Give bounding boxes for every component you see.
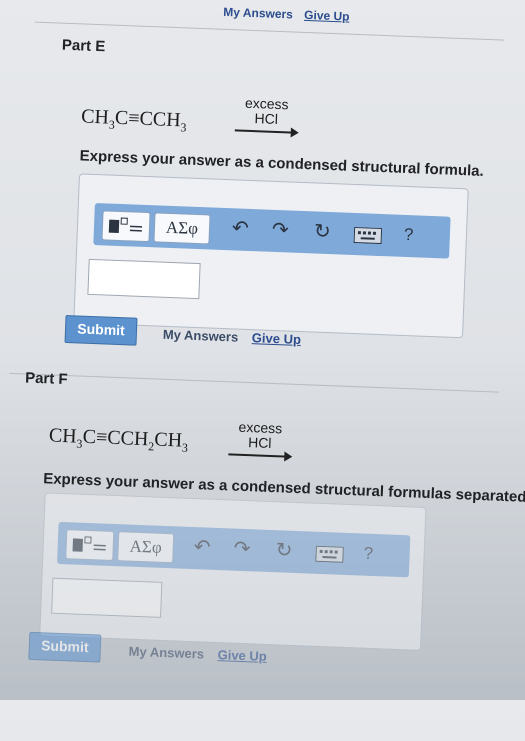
part-f-give-up-link[interactable]: Give Up [217, 647, 267, 664]
part-f-title: Part F [25, 369, 68, 388]
part-e-toolbar: ΑΣφ ↶ ↷ ↻ ? [93, 203, 450, 259]
template-icon[interactable] [65, 529, 114, 561]
reset-icon[interactable]: ↻ [275, 538, 293, 563]
part-f-toolbar: ΑΣφ ↶ ↷ ↻ ? [57, 522, 410, 577]
help-icon[interactable]: ? [363, 542, 373, 566]
arrow-icon [235, 129, 297, 133]
part-e-reaction-arrow: excess HCl [235, 95, 298, 133]
reset-icon[interactable]: ↻ [314, 219, 332, 244]
part-e-reactant: CH3C≡CCH3 [81, 105, 187, 135]
help-icon[interactable]: ? [403, 223, 413, 247]
divider [9, 373, 499, 393]
redo-icon[interactable]: ↷ [233, 537, 251, 562]
part-e-title: Part E [62, 37, 106, 56]
part-f-submit-button[interactable]: Submit [28, 632, 101, 663]
part-f-answer-panel: ΑΣφ ↶ ↷ ↻ ? [39, 492, 426, 651]
redo-icon[interactable]: ↷ [272, 218, 290, 243]
undo-icon[interactable]: ↶ [193, 535, 211, 560]
part-e-my-answers-link[interactable]: My Answers [163, 327, 239, 345]
part-f-answer-input[interactable] [51, 578, 162, 618]
part-f-my-answers-link[interactable]: My Answers [128, 644, 204, 662]
keyboard-icon[interactable] [315, 544, 344, 569]
part-e-answer-panel: ΑΣφ ↶ ↷ ↻ ? [73, 173, 468, 338]
part-f-reactant: CH3C≡CCH2CH3 [48, 424, 188, 455]
part-e-reagent-hcl: HCl [235, 110, 298, 127]
top-give-up-link[interactable]: Give Up [304, 8, 350, 24]
top-my-answers-link[interactable]: My Answers [223, 5, 293, 22]
top-answer-links: My Answers Give Up [223, 5, 350, 24]
keyboard-icon[interactable] [353, 225, 382, 250]
part-e-give-up-link[interactable]: Give Up [252, 330, 302, 347]
greek-symbols-button[interactable]: ΑΣφ [117, 531, 174, 563]
part-f-reaction-arrow: excess HCl [228, 419, 291, 457]
undo-icon[interactable]: ↶ [232, 216, 250, 241]
greek-symbols-button[interactable]: ΑΣφ [153, 212, 210, 244]
template-icon[interactable] [101, 210, 150, 242]
part-e-submit-button[interactable]: Submit [65, 315, 138, 346]
arrow-icon [228, 453, 290, 457]
part-f-answer-links: My Answers Give Up [128, 644, 267, 664]
part-e-answer-input[interactable] [87, 259, 200, 299]
page: My Answers Give Up Part E CH3C≡CCH3 exce… [0, 0, 525, 740]
part-f-reagent-hcl: HCl [229, 434, 292, 451]
